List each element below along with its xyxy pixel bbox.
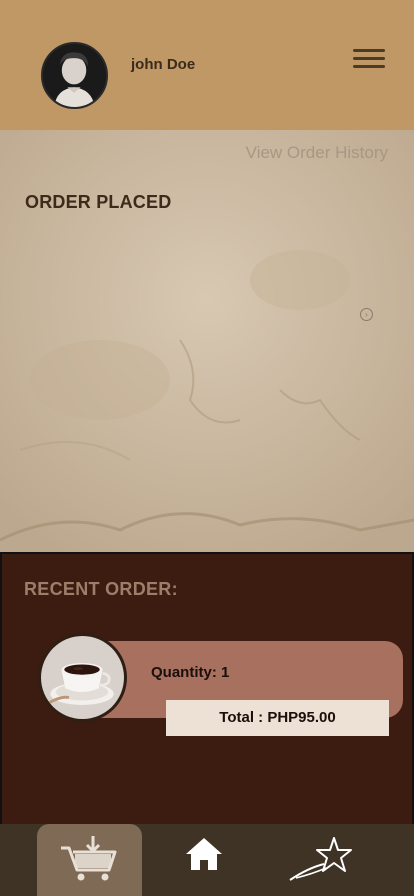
nav-home-button[interactable]	[184, 836, 224, 876]
view-order-history-link[interactable]: View Order History	[246, 143, 388, 163]
nav-rewards-button[interactable]	[288, 834, 354, 884]
order-status-area: View Order History ORDER PLACED ›	[0, 130, 414, 552]
bottom-nav	[0, 824, 414, 896]
recent-order-title: RECENT ORDER:	[24, 579, 178, 599]
hamburger-menu-icon[interactable]	[353, 49, 385, 69]
shooting-star-icon	[289, 837, 352, 881]
forward-circle-icon[interactable]: ›	[360, 308, 373, 321]
coffee-cup-image	[38, 633, 127, 722]
nav-cart-button[interactable]	[37, 824, 142, 896]
recent-order-panel: RECENT ORDER: Quantity: 1 Total : PHP95.…	[0, 552, 414, 824]
order-quantity: Quantity: 1	[151, 664, 230, 681]
order-total: Total : PHP95.00	[166, 700, 389, 736]
user-name: john Doe	[131, 56, 196, 73]
avatar[interactable]	[41, 42, 108, 109]
order-status-title: ORDER PLACED	[25, 192, 172, 212]
cart-download-icon	[61, 836, 117, 881]
user-photo	[43, 44, 106, 107]
home-icon	[186, 838, 222, 870]
app-header: john Doe	[0, 0, 414, 130]
